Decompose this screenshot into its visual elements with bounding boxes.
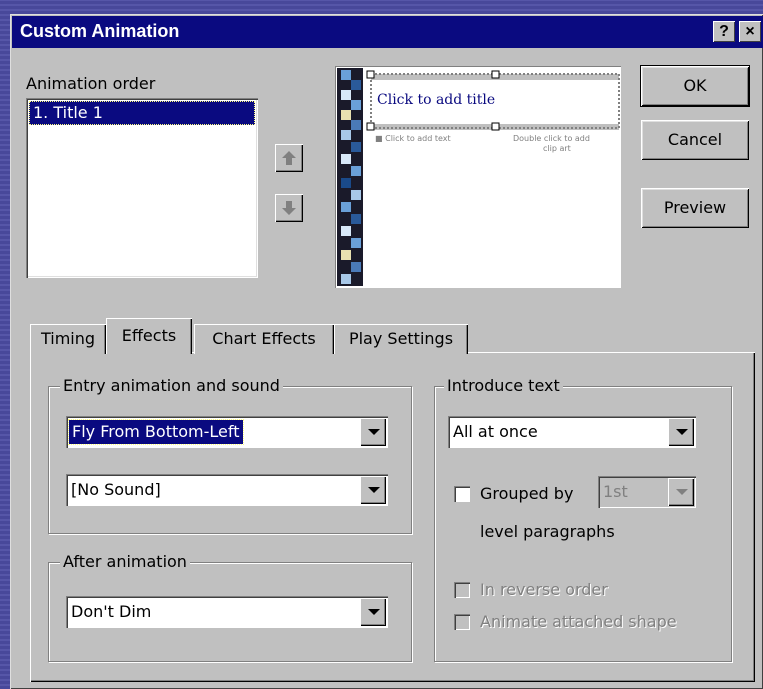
custom-animation-dialog: Custom Animation ? × Animation order 1. … bbox=[10, 14, 763, 689]
grouped-by-label: Grouped by bbox=[480, 484, 574, 503]
after-animation-label: After animation bbox=[60, 552, 190, 571]
grouped-level-value: 1st bbox=[603, 482, 628, 501]
cancel-button[interactable]: Cancel bbox=[641, 120, 749, 160]
introduce-text-select[interactable]: All at once bbox=[448, 416, 696, 448]
animate-attached-label: Animate attached shape bbox=[480, 612, 677, 631]
entry-effect-value: Fly From Bottom-Left bbox=[68, 419, 244, 445]
tab-effects[interactable]: Effects bbox=[106, 318, 192, 354]
preview-button[interactable]: Preview bbox=[641, 188, 749, 228]
entry-effect-select[interactable]: Fly From Bottom-Left bbox=[66, 416, 388, 448]
reverse-order-label: In reverse order bbox=[480, 580, 608, 599]
window-title: Custom Animation bbox=[20, 21, 180, 41]
after-animation-select[interactable]: Don't Dim bbox=[66, 596, 388, 628]
grouped-level-select[interactable]: 1st bbox=[598, 476, 696, 508]
list-item[interactable]: 1. Title 1 bbox=[29, 101, 255, 125]
entry-sound-select[interactable]: [No Sound] bbox=[66, 474, 388, 506]
level-paragraphs-label: level paragraphs bbox=[480, 522, 615, 541]
chevron-down-icon[interactable] bbox=[668, 418, 694, 446]
slide-clipart-placeholder-2: clip art bbox=[543, 144, 571, 153]
introduce-text-label: Introduce text bbox=[444, 376, 563, 395]
title-bar[interactable]: Custom Animation ? × bbox=[12, 16, 763, 48]
slide-preview: Click to add title ■ Click to add text D… bbox=[335, 66, 621, 288]
tab-chart-effects[interactable]: Chart Effects bbox=[194, 324, 334, 354]
reverse-order-checkbox[interactable] bbox=[454, 582, 470, 598]
ok-button[interactable]: OK bbox=[640, 65, 750, 107]
after-animation-value: Don't Dim bbox=[71, 602, 152, 621]
tab-play-settings[interactable]: Play Settings bbox=[334, 324, 468, 354]
arrow-up-icon bbox=[282, 151, 296, 165]
introduce-text-value: All at once bbox=[453, 422, 538, 441]
chevron-down-icon[interactable] bbox=[360, 476, 386, 504]
animation-order-list[interactable]: 1. Title 1 bbox=[26, 98, 258, 278]
move-down-button[interactable] bbox=[275, 194, 303, 222]
grouped-by-checkbox[interactable] bbox=[454, 486, 470, 502]
entry-animation-label: Entry animation and sound bbox=[60, 376, 283, 395]
chevron-down-icon[interactable] bbox=[360, 598, 386, 626]
arrow-down-icon bbox=[282, 201, 296, 215]
animate-attached-checkbox[interactable] bbox=[454, 614, 470, 630]
slide-text-placeholder: ■ Click to add text bbox=[375, 134, 451, 143]
help-button[interactable]: ? bbox=[713, 21, 735, 42]
entry-sound-value: [No Sound] bbox=[71, 480, 161, 499]
move-up-button[interactable] bbox=[275, 144, 303, 172]
chevron-down-icon[interactable] bbox=[668, 478, 694, 506]
slide-title-placeholder: Click to add title bbox=[377, 92, 496, 108]
tab-timing[interactable]: Timing bbox=[30, 324, 106, 354]
entry-animation-group bbox=[48, 386, 412, 534]
animation-order-label: Animation order bbox=[26, 74, 156, 93]
slide-clipart-placeholder-1: Double click to add bbox=[513, 134, 590, 143]
chevron-down-icon[interactable] bbox=[360, 418, 386, 446]
close-button[interactable]: × bbox=[739, 21, 761, 42]
